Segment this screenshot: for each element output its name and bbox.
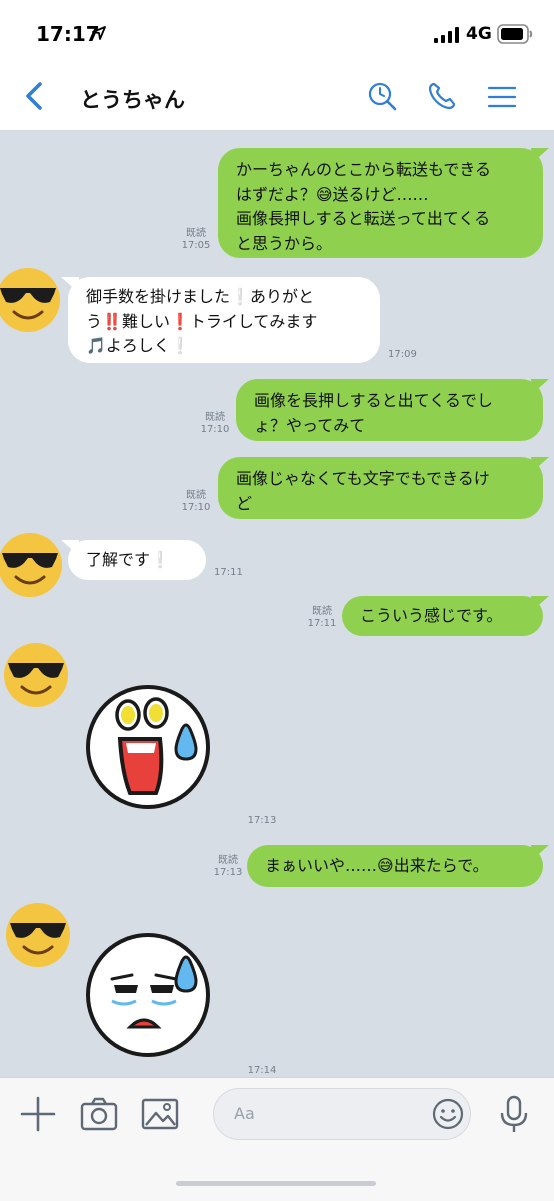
plus-icon[interactable] <box>18 1094 58 1134</box>
chat-header: とうちゃん <box>0 64 554 131</box>
grey-exclamation-icon: ❕ <box>169 336 190 355</box>
message-line: 画像じゃなくても文字でもできるけ <box>236 469 490 488</box>
avatar[interactable] <box>2 641 70 709</box>
message-text: よろしく <box>105 336 170 355</box>
home-indicator[interactable] <box>176 1181 376 1186</box>
search-icon[interactable] <box>366 80 398 112</box>
message-bubble-outgoing[interactable]: 画像じゃなくても文字でもできるけ ど <box>218 457 543 519</box>
message-time: 17:05 <box>181 240 211 251</box>
read-receipt: 既読 <box>205 412 225 423</box>
message-line: と思うから。 <box>236 233 333 253</box>
double-exclamation-icon: ‼️ <box>102 311 122 331</box>
message-text: トライしてみます <box>189 311 318 331</box>
message-line: こういう感じです。 <box>360 606 503 625</box>
message-line: 了解です❕ <box>86 548 192 573</box>
message-line: かーちゃんのとこから転送もできる <box>236 160 492 179</box>
microphone-icon[interactable] <box>494 1094 534 1134</box>
message-text: はずだよ？ <box>236 184 316 204</box>
message-bubble-outgoing[interactable]: まぁいいや……😅出来たらで。 <box>247 845 543 887</box>
message-text: 送るけど…… <box>332 184 429 204</box>
phone-icon[interactable] <box>426 80 458 112</box>
message-time: 17:11 <box>214 567 243 578</box>
message-bubble-outgoing[interactable]: こういう感じです。 <box>342 596 543 636</box>
avatar[interactable] <box>4 901 72 969</box>
smile-icon[interactable] <box>432 1098 464 1130</box>
read-receipt: 既読 <box>218 855 238 866</box>
network-label: 4G <box>466 24 492 44</box>
message-line: 御手数を掛けました❕ありがと <box>86 285 366 310</box>
read-receipt: 既読 <box>186 228 206 239</box>
avatar[interactable] <box>0 531 64 599</box>
grey-exclamation-icon: ❕ <box>150 550 170 569</box>
music-note-icon: 🎵 <box>86 336 106 355</box>
message-time: 17:11 <box>307 618 337 629</box>
message-text: 出来たらで。 <box>393 856 489 875</box>
message-text: まぁいいや…… <box>265 856 378 875</box>
message-input[interactable]: Aa <box>213 1088 471 1140</box>
message-meta: 既読 17:11 <box>302 606 342 630</box>
message-time: 17:14 <box>247 1065 277 1076</box>
message-meta: 既読 17:10 <box>176 490 216 514</box>
battery-icon <box>497 24 533 44</box>
message-text: 了解です <box>86 550 151 569</box>
message-line: 画像を長押しすると出てくるでし <box>254 391 493 410</box>
chevron-left-icon[interactable] <box>18 78 54 114</box>
sweat-smile-emoji-icon: 😅 <box>377 856 394 875</box>
message-meta: 既読 17:05 <box>176 228 216 252</box>
red-exclamation-icon: ❗ <box>169 311 190 331</box>
message-line: う‼️難しい❗トライしてみます <box>86 310 366 335</box>
message-line: ど <box>236 493 253 513</box>
message-bubble-incoming[interactable]: 了解です❕ <box>68 540 206 580</box>
message-text: 難しい <box>121 311 170 331</box>
shocked-face-sticker[interactable] <box>86 683 214 811</box>
location-arrow-icon <box>92 26 106 40</box>
message-line: はずだよ？😅送るけど…… <box>236 183 529 208</box>
message-bubble-outgoing[interactable]: 画像を長押しすると出てくるでし ょ？やってみて <box>236 379 543 441</box>
camera-icon[interactable] <box>79 1094 119 1134</box>
grey-exclamation-icon: ❕ <box>230 287 250 306</box>
status-time: 17:17 <box>36 22 100 46</box>
message-time: 17:10 <box>181 502 211 513</box>
message-input-bar: Aa <box>0 1077 554 1201</box>
chat-message-list[interactable]: 既読 17:05 かーちゃんのとこから転送もできる はずだよ？😅送るけど…… 画… <box>0 131 554 1077</box>
message-time: 17:10 <box>200 424 230 435</box>
message-line: まぁいいや……😅出来たらで。 <box>265 854 529 879</box>
message-line: ょ？やってみて <box>254 415 366 435</box>
avatar[interactable] <box>0 266 62 334</box>
input-placeholder: Aa <box>234 1104 255 1123</box>
message-time: 17:09 <box>388 349 417 360</box>
message-text: ありがと <box>249 287 314 306</box>
image-icon[interactable] <box>140 1094 180 1134</box>
menu-icon[interactable] <box>486 80 518 112</box>
status-bar: 17:17 4G <box>0 0 554 64</box>
sad-face-sticker[interactable] <box>86 931 214 1059</box>
message-line: 画像長押しすると転送って出てくる <box>236 209 491 228</box>
read-receipt: 既読 <box>186 490 206 501</box>
chat-title: とうちゃん <box>80 88 185 112</box>
signal-icon <box>434 27 459 43</box>
message-text: 御手数を掛けました <box>86 287 231 306</box>
message-meta: 既読 17:10 <box>195 412 235 436</box>
message-line: 🎵よろしく❕ <box>86 334 366 359</box>
message-time: 17:13 <box>213 867 243 878</box>
message-bubble-outgoing[interactable]: かーちゃんのとこから転送もできる はずだよ？😅送るけど…… 画像長押しすると転送… <box>218 148 543 258</box>
message-time: 17:13 <box>247 815 277 826</box>
message-text: う <box>86 311 103 331</box>
message-meta: 既読 17:13 <box>208 855 248 879</box>
sweat-smile-emoji-icon: 😅 <box>315 184 333 204</box>
message-bubble-incoming[interactable]: 御手数を掛けました❕ありがと う‼️難しい❗トライしてみます 🎵よろしく❕ <box>68 277 380 363</box>
read-receipt: 既読 <box>312 606 332 617</box>
